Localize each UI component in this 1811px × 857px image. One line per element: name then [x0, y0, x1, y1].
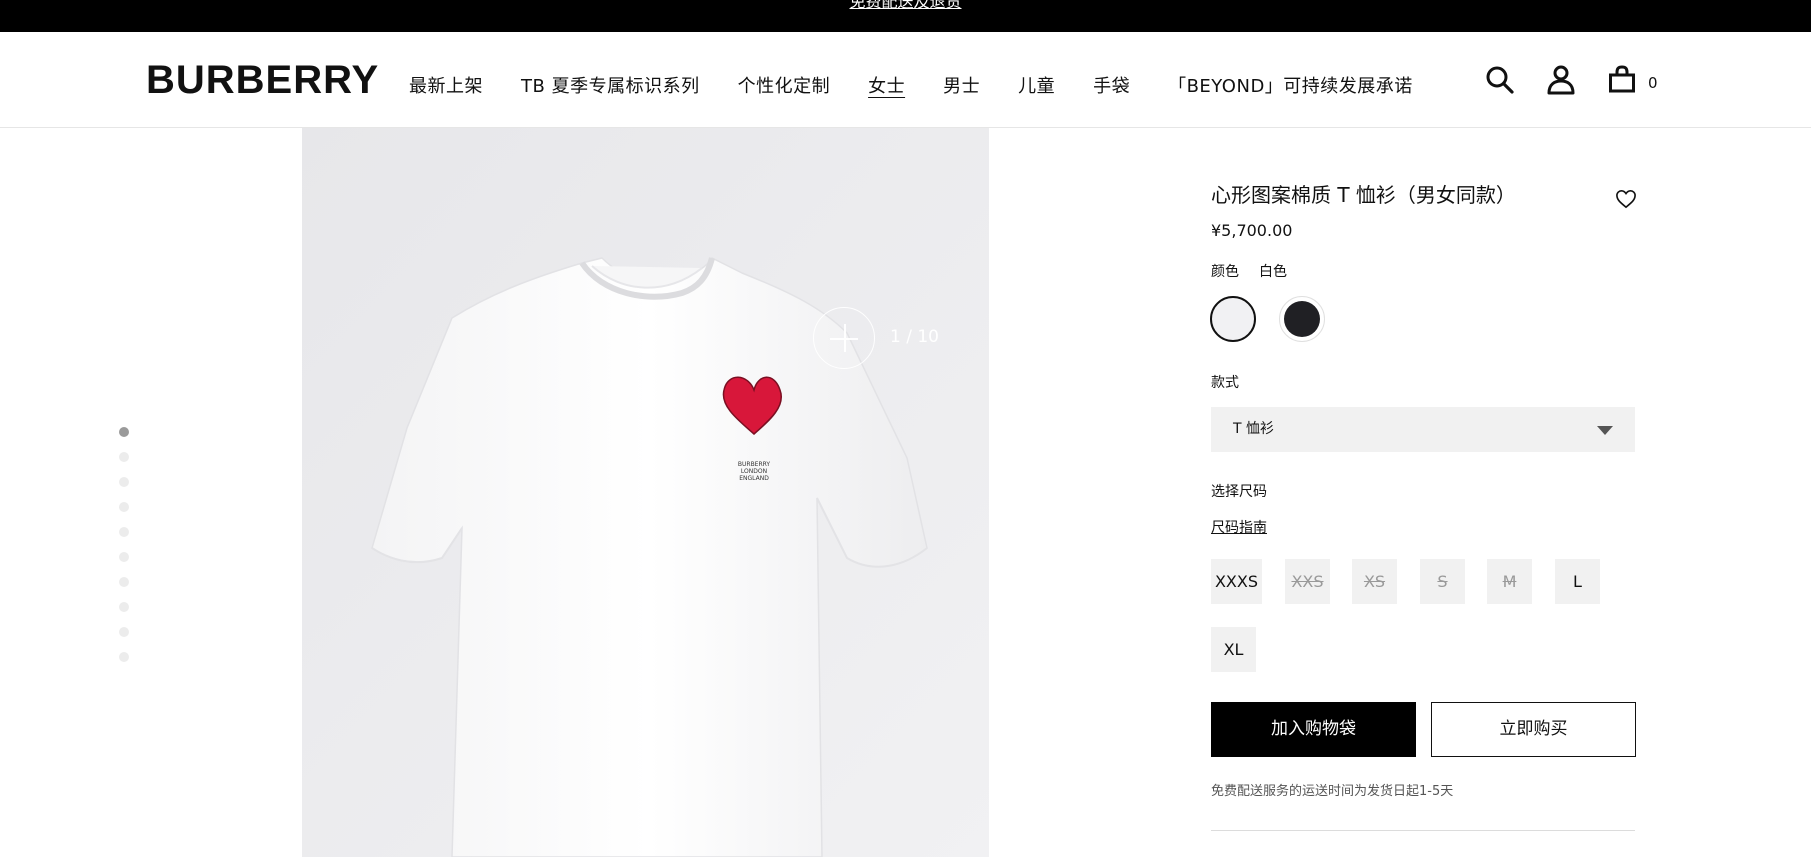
size-option-xl[interactable]: XL — [1211, 627, 1256, 672]
delivery-note: 免费配送服务的运送时间为发货日起1-5天 — [1211, 784, 1454, 799]
brand-logo[interactable]: BURBERRY — [146, 58, 379, 102]
size-option-xxs[interactable]: XXS — [1285, 559, 1330, 604]
nav-item-children[interactable]: 儿童 — [1018, 75, 1055, 99]
size-label: 选择尺码 — [1211, 484, 1267, 500]
size-guide-link[interactable]: 尺码指南 — [1211, 518, 1267, 538]
nav-item-women[interactable]: 女士 — [868, 75, 905, 99]
gallery-dot[interactable] — [119, 452, 129, 462]
announcement-link[interactable]: 免费配送及退货 — [0, 0, 1811, 12]
color-value: 白色 — [1259, 264, 1287, 280]
size-option-xxxs[interactable]: XXXS — [1211, 559, 1262, 604]
nav-item-personalisation[interactable]: 个性化定制 — [738, 75, 831, 99]
color-label: 颜色 — [1211, 264, 1239, 280]
size-option-l[interactable]: L — [1555, 559, 1600, 604]
gallery-dot[interactable] — [119, 602, 129, 612]
chevron-down-icon — [1597, 426, 1613, 435]
print-line-3: ENGLAND — [739, 475, 769, 482]
gallery-dot[interactable] — [119, 552, 129, 562]
divider — [1211, 830, 1635, 831]
style-select[interactable]: T 恤衫 — [1211, 407, 1635, 452]
nav-item-men[interactable]: 男士 — [943, 75, 980, 99]
style-select-value: T 恤衫 — [1233, 421, 1275, 437]
add-to-bag-button[interactable]: 加入购物袋 — [1211, 702, 1416, 757]
nav-item-beyond[interactable]: 「BEYOND」可持续发展承诺 — [1168, 75, 1413, 99]
tshirt-illustration: BURBERRY LONDON ENGLAND — [302, 128, 989, 857]
print-line-1: BURBERRY — [738, 461, 771, 468]
gallery-dot[interactable] — [119, 652, 129, 662]
size-option-xs[interactable]: XS — [1352, 559, 1397, 604]
gallery-dot[interactable] — [119, 577, 129, 587]
nav-item-tb-summer[interactable]: TB 夏季专属标识系列 — [521, 75, 700, 99]
site-header: BURBERRY 最新上架 TB 夏季专属标识系列 个性化定制 女士 男士 儿童… — [0, 32, 1811, 128]
nav-item-new-arrivals[interactable]: 最新上架 — [409, 75, 483, 99]
color-row: 颜色 白色 — [1211, 262, 1307, 282]
gallery-dot[interactable] — [119, 527, 129, 537]
gallery-dot[interactable] — [119, 427, 129, 437]
announcement-bar: 免费配送及退货 — [0, 0, 1811, 32]
color-swatch-white[interactable] — [1210, 296, 1256, 342]
main-nav: 最新上架 TB 夏季专属标识系列 个性化定制 女士 男士 儿童 手袋 「BEYO… — [409, 72, 1413, 102]
search-icon[interactable] — [1484, 64, 1516, 96]
shopping-bag-icon[interactable] — [1606, 64, 1638, 96]
style-label: 款式 — [1211, 375, 1239, 391]
product-title: 心形图案棉质 T 恤衫（男女同款） — [1211, 183, 1516, 207]
zoom-button[interactable] — [813, 307, 875, 369]
color-swatch-black[interactable] — [1279, 296, 1325, 342]
product-image[interactable]: BURBERRY LONDON ENGLAND — [302, 128, 989, 857]
print-line-2: LONDON — [741, 468, 767, 475]
nav-item-bags[interactable]: 手袋 — [1093, 75, 1130, 99]
image-counter: 1 / 10 — [890, 327, 939, 347]
size-option-m[interactable]: M — [1487, 559, 1532, 604]
size-option-s[interactable]: S — [1420, 559, 1465, 604]
heart-icon[interactable] — [1615, 189, 1637, 209]
account-icon[interactable] — [1545, 64, 1577, 96]
buy-now-button[interactable]: 立即购买 — [1431, 702, 1636, 757]
gallery-dot[interactable] — [119, 477, 129, 487]
gallery-dot[interactable] — [119, 502, 129, 512]
product-price: ¥5,700.00 — [1211, 221, 1293, 240]
gallery-thumbnail-dots — [119, 427, 131, 677]
cart-count: 0 — [1648, 74, 1658, 92]
gallery-dot[interactable] — [119, 627, 129, 637]
